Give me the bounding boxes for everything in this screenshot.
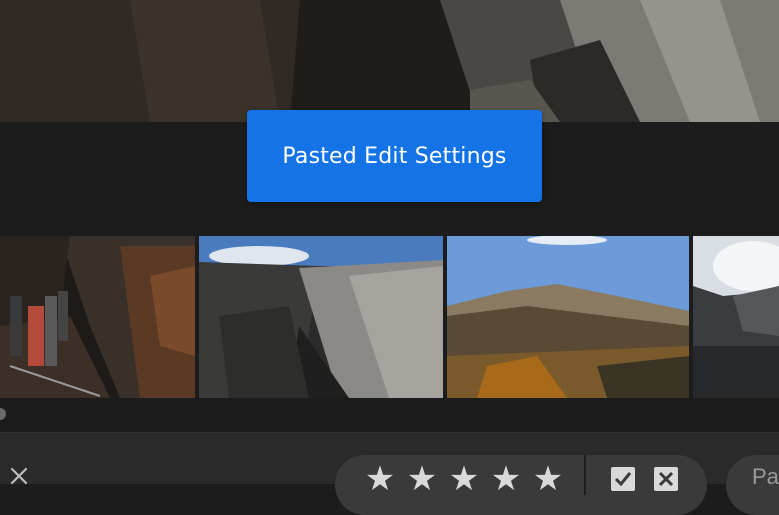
star-icon[interactable]: ★ (488, 461, 524, 497)
scrollbar-thumb[interactable] (0, 408, 6, 420)
filmstrip-thumb[interactable] (693, 236, 779, 398)
star-icon[interactable]: ★ (404, 461, 440, 497)
divider (584, 455, 586, 495)
reject-flag-icon[interactable] (652, 465, 680, 493)
close-icon[interactable] (6, 463, 32, 489)
toast-message: Pasted Edit Settings (282, 143, 507, 169)
star-rating[interactable]: ★ ★ ★ ★ ★ (362, 461, 566, 497)
main-photo (0, 0, 779, 122)
filmstrip-thumb[interactable] (0, 236, 195, 398)
star-icon[interactable]: ★ (530, 461, 566, 497)
paste-button-label[interactable]: Pa (752, 464, 779, 490)
star-icon[interactable]: ★ (362, 461, 398, 497)
pick-flag-icon[interactable] (609, 465, 637, 493)
toast-notification: Pasted Edit Settings (247, 110, 542, 202)
filmstrip-thumb[interactable] (447, 236, 689, 398)
bottom-toolbar: ★ ★ ★ ★ ★ Pa (0, 432, 779, 515)
filmstrip-scrollbar[interactable] (0, 398, 779, 432)
filmstrip (0, 236, 779, 398)
filmstrip-thumb[interactable] (199, 236, 443, 398)
star-icon[interactable]: ★ (446, 461, 482, 497)
